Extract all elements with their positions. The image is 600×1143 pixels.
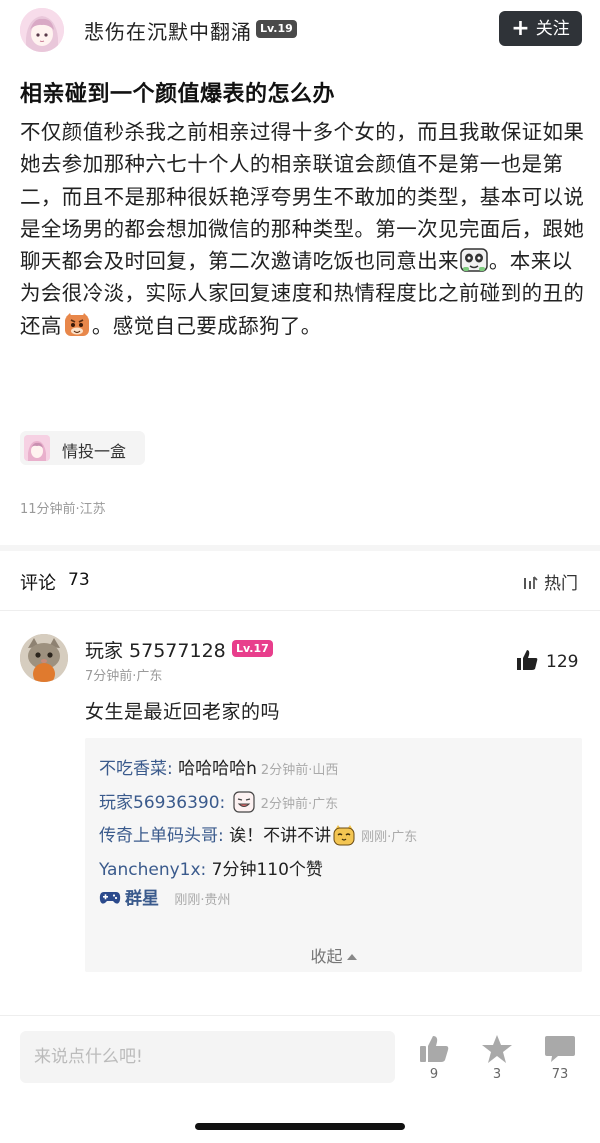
reply-meta: 刚刚·广东 bbox=[361, 830, 418, 845]
sort-hot-button[interactable]: 热门 bbox=[522, 569, 578, 594]
author-level-badge: Lv.19 bbox=[256, 20, 297, 38]
author-avatar[interactable] bbox=[20, 8, 64, 52]
collapse-label: 收起 bbox=[310, 947, 343, 966]
topic-tag-label: 情投一盒 bbox=[62, 442, 127, 461]
comment-input[interactable] bbox=[20, 1031, 395, 1083]
reply-list: 不吃香菜: 哈哈哈哈h 2分钟前·山西 玩家56936390: 2分钟前·广东 传… bbox=[85, 738, 582, 972]
post-body: 不仅颜值秒杀我之前相亲过得十多个女的，而且我敢保证如果她去参加那种六七十个人的相… bbox=[20, 116, 586, 342]
reply-author[interactable]: Yancheny1x bbox=[99, 860, 201, 880]
topic-tag-icon bbox=[24, 435, 50, 461]
grin-emoji bbox=[233, 791, 255, 813]
comments-count: 73 bbox=[68, 570, 90, 590]
reply-author[interactable]: 群星 bbox=[125, 889, 159, 909]
commenter-level-badge: Lv.17 bbox=[232, 640, 273, 657]
comment-text: 女生是最近回老家的吗 bbox=[85, 701, 281, 723]
reply-text: 诶！不讲不讲 bbox=[229, 826, 332, 846]
favorite-button[interactable]: 3 bbox=[477, 1034, 517, 1082]
post-title: 相亲碰到一个颜值爆表的怎么办 bbox=[20, 82, 336, 107]
star-icon bbox=[482, 1035, 512, 1063]
reply-meta: 刚刚·贵州 bbox=[174, 893, 231, 908]
comment-button[interactable]: 73 bbox=[540, 1034, 580, 1082]
reply-separator: : bbox=[200, 860, 207, 880]
like-count: 9 bbox=[429, 1067, 439, 1082]
reply-item[interactable]: Yancheny1x: 7分钟110个赞 bbox=[99, 855, 323, 880]
triangle-up-icon bbox=[346, 954, 357, 960]
gamepad-icon bbox=[99, 892, 121, 904]
post-meta: 11分钟前·江苏 bbox=[20, 502, 106, 517]
panda-emoji bbox=[460, 248, 488, 272]
comments-tab[interactable]: 评论 bbox=[20, 569, 56, 595]
reply-text: 哈哈哈哈h bbox=[178, 759, 257, 779]
comment-count: 73 bbox=[551, 1067, 569, 1082]
reply-text: 7分钟110个赞 bbox=[211, 860, 323, 880]
commenter-avatar[interactable] bbox=[20, 634, 68, 682]
thumb-up-icon bbox=[517, 650, 538, 670]
comment-icon bbox=[545, 1036, 575, 1062]
favorite-count: 3 bbox=[492, 1067, 502, 1082]
reply-item[interactable]: 不吃香菜: 哈哈哈哈h 2分钟前·山西 bbox=[99, 754, 338, 779]
reply-separator: : bbox=[218, 826, 224, 846]
reply-meta: 2分钟前·山西 bbox=[260, 763, 339, 778]
follow-button[interactable]: + 关注 bbox=[499, 11, 582, 46]
cat-emoji bbox=[333, 825, 355, 846]
collapse-replies-button[interactable]: 收起 bbox=[85, 943, 582, 967]
plus-icon: + bbox=[511, 16, 530, 41]
comments-divider bbox=[0, 610, 600, 611]
reply-item[interactable]: 玩家56936390: 2分钟前·广东 bbox=[99, 788, 338, 813]
bottom-divider bbox=[0, 1015, 600, 1016]
commenter-name[interactable]: 玩家 57577128 bbox=[85, 636, 226, 663]
post-body-part-3: 。感觉自己要成舔狗了。 bbox=[91, 313, 322, 338]
follow-label: 关注 bbox=[535, 19, 570, 39]
reply-author[interactable]: 不吃香菜 bbox=[99, 759, 167, 779]
topic-tag[interactable]: 情投一盒 bbox=[20, 431, 145, 465]
author-name[interactable]: 悲伤在沉默中翻涌 bbox=[84, 16, 252, 45]
tiger-emoji bbox=[64, 312, 89, 336]
like-button[interactable]: 9 bbox=[414, 1034, 454, 1082]
home-indicator bbox=[195, 1123, 405, 1130]
reply-author[interactable]: 传奇上单码头哥 bbox=[99, 826, 218, 846]
post-header: 悲伤在沉默中翻涌 Lv.19 + 关注 bbox=[0, 0, 600, 58]
comment-meta: 7分钟前·广东 bbox=[85, 669, 163, 684]
sort-label: 热门 bbox=[544, 574, 578, 594]
anime-girl-avatar-icon bbox=[20, 8, 64, 52]
reply-separator: : bbox=[167, 759, 173, 779]
comment-like-count: 129 bbox=[546, 652, 579, 672]
reply-author[interactable]: 玩家56936390 bbox=[99, 793, 220, 813]
thumb-up-icon bbox=[420, 1036, 449, 1062]
sort-icon bbox=[524, 576, 538, 589]
section-divider bbox=[0, 545, 600, 551]
reply-item[interactable]: 群星 刚刚·贵州 bbox=[99, 884, 231, 909]
comment-input-box[interactable] bbox=[20, 1031, 395, 1083]
reply-item[interactable]: 传奇上单码头哥: 诶！不讲不讲 刚刚·广东 bbox=[99, 821, 417, 846]
reply-separator: : bbox=[219, 793, 226, 813]
cat-photo-avatar-icon bbox=[20, 634, 68, 682]
reply-meta: 2分钟前·广东 bbox=[260, 797, 339, 812]
comment-like-button[interactable]: 129 bbox=[516, 649, 578, 672]
